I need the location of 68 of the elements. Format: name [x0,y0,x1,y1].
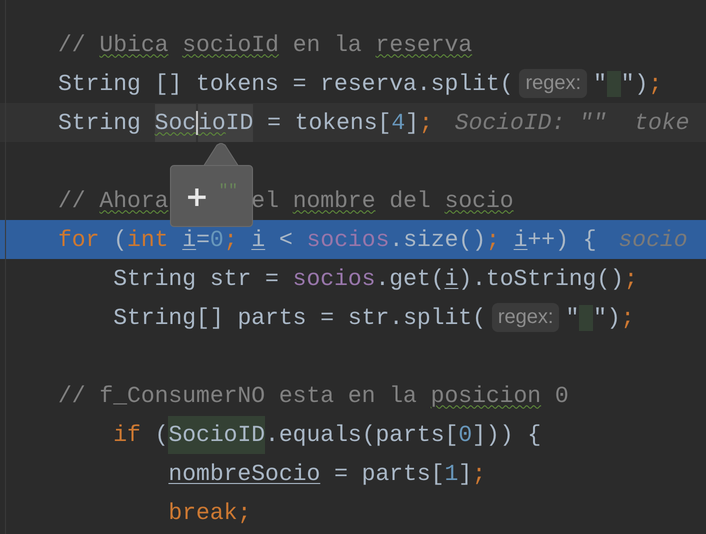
comment-text: Ahora [99,188,168,214]
code-text: = [196,226,210,252]
comment-text: en la [292,32,362,58]
comment-text: del [389,188,431,214]
code-text: ) [606,304,621,330]
code-text: String str = [113,266,279,292]
field-name: socios [306,226,390,252]
parameter-hint: regex: [519,69,588,98]
code-text: String[] parts = str.split( [113,304,486,330]
code-text: ID [226,104,254,142]
comment-text: posicion [430,382,542,408]
comment-text: socio [444,188,514,214]
comment-text: reserva [376,32,472,58]
code-text: .size() [389,226,486,252]
number-literal: 4 [391,110,406,136]
code-text: ] [405,110,419,136]
code-text: io [198,104,226,142]
code-text: ] [458,460,472,486]
comment-text: // f_ConsumerNO esta en la [58,382,417,408]
highlighted-identifier: SocioID [168,416,266,454]
code-text: " " [593,70,635,96]
comment-text: // [58,188,86,214]
value-text: "" [218,182,238,200]
add-button[interactable]: + [185,180,209,212]
comment-text: 0 [554,382,569,408]
keyword: ; [224,226,238,252]
code-text: i [514,226,528,252]
inline-value-hint: socio [618,226,688,252]
keyword: ; [648,70,662,96]
keyword: ; [486,226,500,252]
code-text: ( [154,422,168,448]
code-text: = tokens[ [267,110,392,136]
keyword: for [58,226,100,252]
code-text: .equals(parts[ [265,422,458,448]
comment-text: socioId [182,32,279,58]
keyword: ; [620,304,635,330]
code-text: ( [113,226,128,252]
code-text: ])) { [472,422,542,448]
code-text: .get( [376,266,445,292]
keyword: ; [624,266,638,292]
code-text: String [58,110,141,136]
keyword: ; [472,460,486,486]
keyword: if [113,422,141,448]
code-text: = parts[ [334,460,444,486]
code-text: Soc [154,104,196,142]
code-text: ++) { [527,226,596,252]
number-literal: 1 [444,460,458,486]
code-text: < [278,226,293,252]
comment-text: nombre [292,188,376,214]
keyword: ; [418,110,433,136]
keyword: int [127,226,168,252]
field-name: socios [292,266,376,292]
comment-text: // [58,32,86,58]
inline-value-hint: SocioID: "" toke [454,110,690,136]
keyword: break; [168,500,252,526]
code-text: i [251,226,266,252]
comment-text: el [251,188,279,214]
code-text: i [182,226,196,252]
number-literal: 0 [458,422,472,448]
comment-text: Ubica [99,32,168,58]
code-text: nombreSocio [168,460,320,486]
code-text: ) [634,70,648,96]
code-text: String [] tokens = reserva.split( [58,70,514,96]
parameter-hint: regex: [492,303,560,332]
code-text: " " [565,304,607,330]
code-text: i [444,266,458,292]
number-literal: 0 [210,226,224,252]
code-text: ).toString() [458,266,624,292]
